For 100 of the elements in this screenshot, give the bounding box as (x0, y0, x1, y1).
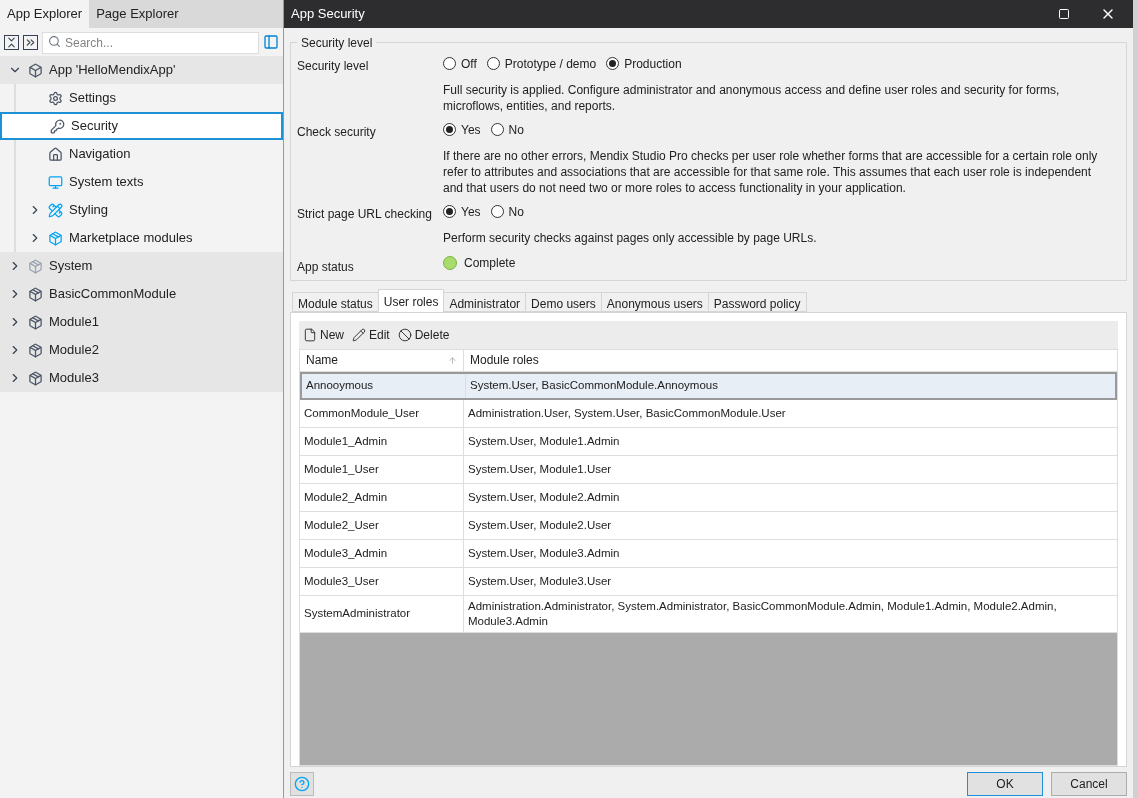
file-icon (303, 327, 317, 342)
tree-item[interactable]: Styling (0, 196, 283, 224)
tree-item[interactable]: Navigation (0, 140, 283, 168)
table-cell-text: System.User, Module1.User (467, 461, 613, 477)
explorer-tab[interactable]: App Explorer (0, 0, 90, 28)
tree-item[interactable]: Module3 (0, 364, 283, 392)
tree-label: App 'HelloMendixApp' (49, 61, 176, 80)
table-cell-text: Administration.Administrator, System.Administrator, BasicCommonModule.Admin, Module1.Admin, Module2.Admin, Module3.Admin (467, 598, 1058, 629)
table-row[interactable]: Module1_User System.User, Module1.User (300, 455, 1117, 484)
toolbar-button[interactable]: Delete (397, 325, 450, 344)
dialog-button[interactable]: OK (967, 772, 1043, 797)
setting-label: Strict page URL checking (297, 205, 433, 223)
package-icon (28, 314, 43, 330)
table-row[interactable]: Module2_Admin System.User, Module2.Admin (300, 483, 1117, 512)
package-icon (28, 258, 43, 274)
tree-item[interactable]: BasicCommonModule (0, 280, 283, 308)
setting-label: Check security (297, 123, 377, 141)
dialog-title: App Security (291, 5, 366, 24)
package-icon (28, 370, 43, 386)
radio-button[interactable] (443, 205, 456, 219)
tab[interactable]: Administrator (443, 291, 527, 312)
radio-button[interactable] (490, 123, 504, 137)
table-row[interactable]: CommonModule_User Administration.User, System.User, BasicCommonModule.User (300, 399, 1117, 428)
table-cell-text: System.User, Module3.User (467, 573, 613, 589)
table-cell: Module3_Admin (300, 539, 464, 567)
tab[interactable]: User roles (377, 288, 445, 312)
expand-icon[interactable] (23, 34, 38, 50)
radio-button[interactable] (606, 57, 620, 71)
table-cell-text: System.User, Module3.Admin (467, 545, 621, 561)
tree-label: System texts (69, 173, 144, 192)
table-cell: Module1_Admin (300, 427, 464, 455)
radio-button[interactable] (443, 123, 456, 137)
tab[interactable]: Password policy (707, 291, 807, 312)
search-field[interactable]: Search... (42, 32, 259, 54)
tree-label: Module2 (49, 341, 99, 360)
setting-description: Perform security checks against pages only accessible by page URLs. (443, 229, 818, 246)
tab[interactable]: Module status (292, 291, 379, 312)
table-row[interactable]: Annooymous System.User, BasicCommonModule.Annoymous (300, 371, 1117, 400)
tree-label: Module1 (49, 313, 99, 332)
radio-button[interactable] (443, 57, 456, 71)
tree-item[interactable]: Marketplace modules (0, 224, 283, 252)
table-cell: Module2_User (300, 511, 464, 539)
tree-item[interactable]: Security (0, 112, 283, 140)
tab[interactable]: Demo users (525, 291, 602, 312)
tree-item[interactable]: System texts (0, 168, 283, 196)
radio-label: No (508, 121, 524, 139)
tab[interactable]: Anonymous users (600, 291, 709, 312)
tree-label: Security (71, 117, 118, 136)
dialog-button[interactable]: Cancel (1051, 772, 1127, 797)
tree-item[interactable]: Module2 (0, 336, 283, 364)
table-cell-text: System.User, Module2.User (467, 517, 613, 533)
table-cell: CommonModule_User (300, 399, 464, 427)
radio-label: Yes (461, 121, 481, 139)
tree-label: BasicCommonModule (49, 285, 177, 304)
tree-label: Styling (69, 201, 109, 220)
radio-label: Prototype / demo (504, 55, 597, 73)
table-row[interactable]: Module3_User System.User, Module3.User (300, 567, 1117, 596)
toolbar-button[interactable]: Edit (352, 325, 390, 344)
ban-icon (397, 327, 412, 342)
table-cell: Module2_Admin (300, 483, 464, 511)
setting-description: Full security is applied. Configure administrator and anonymous access and define user roles and security for forms, microflows, entities, and reports. (443, 81, 1061, 114)
table-cell: Module3_User (300, 567, 464, 595)
maximize-icon[interactable] (1058, 7, 1070, 20)
tree-label: System (49, 257, 93, 276)
help-icon (294, 776, 310, 793)
radio-label: No (508, 203, 524, 221)
package-icon (48, 230, 63, 246)
radio-button[interactable] (490, 205, 504, 219)
home-icon (48, 146, 63, 162)
tree-label: Module3 (49, 369, 99, 388)
setting-description: If there are no other errors, Mendix Studio Pro checks per user role whether forms that are accessible for a certain role only refer to attributes and associations that are accessible for that same role. This assumes that each user role is independent and that users do not need two or more roles to access functionality in your application. (443, 147, 1099, 196)
radio-label: Yes (461, 203, 481, 221)
toolbar-button[interactable]: New (303, 325, 344, 344)
table-row[interactable]: Module1_Admin System.User, Module1.Admin (300, 427, 1117, 456)
table-cell-text: Administration.User, System.User, BasicCommonModule.User (467, 405, 787, 421)
tree-item[interactable]: Settings (0, 84, 283, 112)
column-header[interactable]: Module roles (464, 349, 1117, 371)
group-title: Security level (300, 34, 374, 52)
column-header[interactable]: Name (300, 349, 464, 371)
panel-icon[interactable] (263, 34, 279, 50)
tree-item[interactable]: App 'HelloMendixApp' (0, 56, 283, 84)
status-text: Complete (464, 254, 516, 272)
monitor-icon (48, 174, 63, 190)
sort-icon (448, 355, 457, 365)
settings-icon (48, 90, 63, 106)
table-cell: Module1_User (300, 455, 464, 483)
tree-label: Navigation (69, 145, 131, 164)
setting-label: App status (297, 258, 355, 276)
tree-item[interactable]: System (0, 252, 283, 280)
table-row[interactable]: Module2_User System.User, Module2.User (300, 511, 1117, 540)
table-cell: SystemAdministrator (300, 595, 464, 632)
radio-button[interactable] (486, 57, 500, 71)
table-cell-text: System.User, Module1.Admin (467, 433, 621, 449)
table-row[interactable]: Module3_Admin System.User, Module3.Admin (300, 539, 1117, 568)
collapse-icon[interactable] (4, 34, 19, 50)
table-cell-text: System.User, BasicCommonModule.Annoymous (469, 378, 719, 394)
tree-item[interactable]: Module1 (0, 308, 283, 336)
table-cell: Annooymous (302, 373, 466, 398)
tree-label: Marketplace modules (69, 229, 193, 248)
table-row[interactable]: SystemAdministrator Administration.Administrator, System.Administrator, BasicCommonModule.Admin, Module1.Admin, Module2.Admin, Module3.Admin (300, 595, 1117, 633)
